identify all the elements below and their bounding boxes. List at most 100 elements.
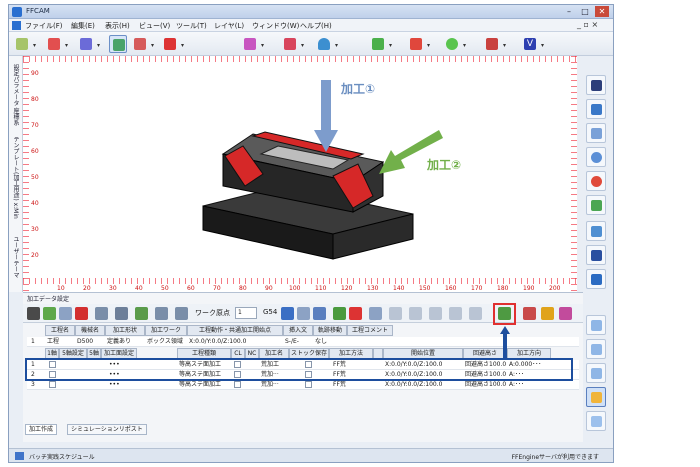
menu-view-display[interactable]: 表示(H) — [105, 21, 130, 31]
x-tick: 140 — [393, 285, 405, 292]
sheet-icon[interactable] — [409, 307, 422, 320]
view-side-button[interactable] — [586, 363, 606, 383]
menu-layer[interactable]: レイヤ(L) — [214, 21, 244, 31]
copy-icon[interactable] — [59, 307, 72, 320]
sheet4-icon[interactable] — [469, 307, 482, 320]
close-button[interactable]: ✕ — [595, 6, 609, 17]
menu-edit[interactable]: 編集(E) — [71, 21, 95, 31]
view-wire-button[interactable] — [586, 411, 606, 431]
side-tab-template[interactable]: テンプレート(加工用途) x:Min — [11, 136, 20, 219]
chevron-down-icon[interactable]: ▾ — [389, 42, 392, 49]
style-icon[interactable] — [559, 307, 572, 320]
stock-button[interactable] — [131, 35, 149, 53]
side-tab-params[interactable]: 設定パラメータ 座標系 — [11, 64, 20, 126]
fit-button[interactable] — [586, 195, 606, 215]
chevron-down-icon[interactable]: ▾ — [151, 42, 154, 49]
layer-button[interactable] — [77, 35, 95, 53]
tool-button[interactable] — [407, 35, 425, 53]
chevron-down-icon[interactable]: ▾ — [97, 42, 100, 49]
y-tick: 40 — [31, 200, 39, 207]
chevron-down-icon[interactable]: ▾ — [261, 42, 264, 49]
tab-machining-create[interactable]: 加工作成 — [25, 424, 58, 435]
coordinate-icon[interactable] — [281, 307, 294, 320]
import-button[interactable] — [45, 35, 63, 53]
wrench-icon[interactable] — [27, 307, 40, 320]
layers-icon[interactable] — [175, 307, 188, 320]
view-button[interactable] — [109, 35, 127, 53]
menu-view[interactable]: ビュー(V) — [139, 21, 170, 31]
grid-icon[interactable] — [389, 307, 402, 320]
sphere-button[interactable] — [443, 35, 461, 53]
export-icon[interactable] — [135, 307, 148, 320]
view-top-button[interactable] — [586, 339, 606, 359]
menu-window[interactable]: ウィンドウ(W) — [252, 21, 299, 31]
new-file-button[interactable] — [13, 35, 31, 53]
chevron-down-icon[interactable]: ▾ — [541, 42, 544, 49]
edit-icon[interactable] — [541, 307, 554, 320]
ruler-top — [23, 56, 577, 62]
sketch-button[interactable] — [586, 75, 606, 95]
rotate-button[interactable] — [586, 171, 606, 191]
print-icon[interactable] — [115, 307, 128, 320]
chevron-down-icon[interactable]: ▾ — [301, 42, 304, 49]
work-origin-select[interactable]: 1 — [235, 307, 257, 319]
chevron-down-icon[interactable]: ▾ — [463, 42, 466, 49]
chevron-down-icon[interactable]: ▾ — [33, 42, 36, 49]
view-iso-button[interactable] — [586, 221, 606, 241]
menu-file[interactable]: ファイル(F) — [25, 21, 63, 31]
menu-tools[interactable]: ツール(T) — [176, 21, 207, 31]
machine-icon — [244, 38, 256, 50]
minimize-button[interactable]: – — [562, 6, 576, 17]
cut-button[interactable] — [483, 35, 501, 53]
zoom-button[interactable] — [586, 147, 606, 167]
side-tab-user-theme[interactable]: ユーザーテーマ — [11, 236, 20, 278]
chevron-down-icon[interactable]: ▾ — [427, 42, 430, 49]
maximize-button[interactable]: □ — [578, 6, 592, 17]
view-shaded-button[interactable] — [586, 387, 606, 407]
view-front-button[interactable] — [586, 315, 606, 335]
cad-viewport[interactable]: 90 80 70 60 50 40 30 20 10 20 30 40 50 6… — [23, 56, 577, 292]
chevron-down-icon[interactable]: ▾ — [65, 42, 68, 49]
tab-simulation[interactable]: シミュレーションリポスト — [67, 424, 147, 435]
stock-checkbox[interactable] — [305, 381, 312, 388]
col-insert: 挿入文 — [283, 325, 313, 336]
row-dots[interactable]: ••• — [109, 380, 120, 390]
sheet3-icon[interactable] — [449, 307, 462, 320]
tool-icon[interactable] — [523, 307, 536, 320]
zoom-window-button[interactable] — [586, 123, 606, 143]
process-work: ボックス領域 — [147, 338, 183, 345]
move-button[interactable] — [369, 35, 387, 53]
machine-button[interactable] — [241, 35, 259, 53]
document-icon[interactable] — [297, 307, 310, 320]
filter-icon[interactable] — [369, 307, 382, 320]
g54-label: G54 — [263, 308, 278, 316]
path-button[interactable] — [161, 35, 179, 53]
move-up-button[interactable] — [586, 269, 606, 289]
ruler-bottom — [23, 278, 577, 284]
pan-button[interactable] — [586, 99, 606, 119]
simulate-icon[interactable] — [313, 307, 326, 320]
shape-button[interactable] — [281, 35, 299, 53]
table-icon[interactable] — [155, 307, 168, 320]
row-checkbox[interactable] — [49, 381, 56, 388]
status-left-text: バッチ実践スケジュール — [29, 454, 95, 461]
cl-checkbox[interactable] — [234, 381, 241, 388]
toolpath-icon[interactable] — [333, 307, 346, 320]
verify-button[interactable]: V — [521, 35, 539, 53]
menu-help[interactable]: ヘルプ(H) — [300, 21, 332, 31]
chevron-down-icon[interactable]: ▾ — [335, 42, 338, 49]
add-icon[interactable] — [43, 307, 56, 320]
calc-icon[interactable] — [349, 307, 362, 320]
sheet2-icon[interactable] — [429, 307, 442, 320]
y-tick: 70 — [31, 122, 39, 129]
mdi-controls[interactable]: _ ▫ × — [577, 20, 598, 29]
surface-button[interactable] — [315, 35, 333, 53]
y-tick: 20 — [31, 252, 39, 259]
axis-button[interactable] — [586, 245, 606, 265]
chevron-down-icon[interactable]: ▾ — [503, 42, 506, 49]
list-icon[interactable] — [95, 307, 108, 320]
document-icon — [12, 21, 21, 30]
chevron-down-icon[interactable]: ▾ — [181, 42, 184, 49]
col-shape: 加工形状 — [105, 325, 145, 336]
delete-icon[interactable] — [75, 307, 88, 320]
